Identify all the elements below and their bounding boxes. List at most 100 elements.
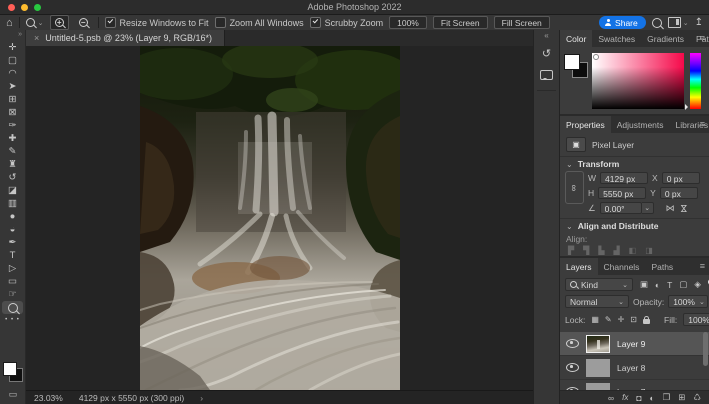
zoom-in-button[interactable]: + — [50, 15, 69, 30]
tab-adjustments[interactable]: Adjustments — [611, 116, 670, 133]
panel-menu-icon[interactable]: ≡ — [700, 33, 705, 43]
lock-paint-icon[interactable]: ✎ — [605, 315, 612, 324]
scrubby-zoom-checkbox[interactable]: Scrubby Zoom — [310, 17, 384, 28]
search-icon[interactable] — [652, 18, 662, 28]
path-selection-tool[interactable]: ▷ — [0, 262, 25, 275]
align-top-icon[interactable]: ▟ — [613, 246, 619, 255]
home-icon[interactable]: ⌂ — [6, 17, 13, 29]
shape-tool[interactable]: ▭ — [0, 275, 25, 288]
zoom-tool[interactable] — [2, 301, 23, 314]
dodge-tool[interactable]: ◒ — [0, 223, 25, 236]
filter-shape-layers-icon[interactable]: ▢ — [679, 279, 687, 290]
color-field[interactable] — [592, 53, 684, 109]
lock-position-icon[interactable]: ✛ — [618, 315, 625, 324]
workspace-switcher[interactable]: ⌄ — [668, 17, 689, 28]
healing-brush-tool[interactable]: ✚ — [0, 132, 25, 145]
align-center-h-icon[interactable]: ▜ — [583, 246, 589, 255]
zoom-all-windows-checkbox[interactable]: Zoom All Windows — [215, 17, 304, 28]
blend-mode-dropdown[interactable]: Normal ⌄ — [565, 295, 629, 308]
add-layer-mask-icon[interactable]: ◘ — [636, 393, 641, 403]
panel-menu-icon[interactable]: ≡ — [700, 119, 705, 129]
flip-horizontal-icon[interactable]: ⋈ — [666, 203, 675, 214]
fill-screen-button[interactable]: Fill Screen — [494, 16, 550, 29]
brush-tool[interactable]: ✎ — [0, 145, 25, 158]
new-adjustment-layer-icon[interactable]: ◐ — [649, 393, 654, 403]
object-selection-tool[interactable]: ➤ — [0, 80, 25, 93]
align-center-v-icon[interactable]: ◧ — [629, 246, 637, 255]
height-field[interactable]: 5550 px — [598, 187, 646, 199]
filter-pixel-layers-icon[interactable]: ▣ — [640, 279, 648, 290]
new-group-icon[interactable]: ❒ — [663, 392, 671, 403]
tab-gradients[interactable]: Gradients — [641, 30, 690, 47]
panel-menu-icon[interactable]: ≡ — [700, 261, 705, 271]
rotation-field[interactable]: 0.00° — [600, 202, 642, 214]
tab-swatches[interactable]: Swatches — [592, 30, 641, 47]
hue-slider[interactable] — [690, 53, 701, 109]
foreground-color-swatch[interactable] — [564, 54, 580, 70]
eyedropper-tool[interactable]: ✑ — [0, 119, 25, 132]
zoom-tool-preset[interactable]: ⌄ — [26, 18, 44, 27]
filter-type-layers-icon[interactable]: T — [667, 280, 672, 290]
rotation-dropdown-icon[interactable]: ⌄ — [642, 202, 654, 214]
blur-tool[interactable]: ● — [0, 210, 25, 223]
visibility-eye-icon[interactable] — [566, 363, 579, 372]
transform-section-header[interactable]: ⌄ Transform — [566, 159, 619, 169]
foreground-background-swatches[interactable] — [3, 362, 23, 382]
layer-thumbnail[interactable] — [586, 359, 610, 377]
crop-tool[interactable]: ⊞ — [0, 93, 25, 106]
history-panel-button[interactable]: ↺ — [534, 42, 559, 64]
tab-paths[interactable]: Paths — [645, 258, 679, 275]
lock-transparency-icon[interactable]: ▦ — [591, 315, 599, 324]
layer-row-9[interactable]: Layer 9 — [560, 332, 709, 356]
layers-scrollbar[interactable] — [703, 332, 708, 366]
new-layer-icon[interactable]: ⊞ — [678, 392, 685, 403]
kind-filter-dropdown[interactable]: Kind ⌄ — [565, 278, 633, 291]
align-left-icon[interactable]: ▛ — [568, 246, 574, 255]
layer-row-8[interactable]: Layer 8 — [560, 356, 709, 380]
zoom-percentage[interactable]: 23.03% — [34, 393, 63, 403]
status-options-icon[interactable]: › — [200, 393, 203, 403]
lock-artboard-icon[interactable]: ⊡ — [630, 315, 637, 324]
screen-mode-icon[interactable]: ▭ — [0, 389, 26, 400]
pen-tool[interactable]: ✒ — [0, 236, 25, 249]
link-layers-icon[interactable]: ∞ — [608, 393, 614, 403]
y-field[interactable]: 0 px — [660, 187, 698, 199]
fit-screen-button[interactable]: Fit Screen — [433, 16, 488, 29]
canvas-area[interactable] — [26, 46, 533, 390]
collapse-dock-icon[interactable]: « — [534, 30, 559, 42]
layer-thumbnail[interactable] — [586, 383, 610, 391]
layer-name[interactable]: Layer 9 — [617, 339, 645, 349]
x-field[interactable]: 0 px — [662, 172, 700, 184]
layer-style-icon[interactable]: fx — [622, 393, 628, 402]
tab-properties[interactable]: Properties — [560, 116, 611, 133]
lock-all-icon[interactable] — [643, 319, 650, 324]
visibility-eye-icon[interactable] — [566, 339, 579, 348]
document-tab[interactable]: × Untitled-5.psb @ 23% (Layer 9, RGB/16*… — [26, 30, 225, 46]
comments-panel-button[interactable] — [534, 64, 559, 86]
foreground-color-swatch[interactable] — [3, 362, 17, 376]
more-tools-icon[interactable]: • • • — [0, 314, 25, 326]
tab-channels[interactable]: Channels — [598, 258, 646, 275]
foreground-background-swatches[interactable] — [564, 54, 588, 78]
move-tool[interactable]: ✛ — [0, 41, 25, 54]
eraser-tool[interactable]: ◪ — [0, 184, 25, 197]
link-dimensions-button[interactable]: ∞ — [565, 171, 584, 204]
layer-name[interactable]: Layer 8 — [617, 363, 645, 373]
toolbar-expand-icon[interactable]: » — [0, 30, 25, 41]
share-button[interactable]: Share — [599, 16, 646, 29]
opacity-dropdown[interactable]: 100% ⌄ — [668, 295, 708, 308]
filter-adjustment-layers-icon[interactable]: ◐ — [655, 280, 660, 290]
tab-layers[interactable]: Layers — [560, 258, 598, 275]
width-field[interactable]: 4129 px — [600, 172, 648, 184]
align-section-header[interactable]: ⌄ Align and Distribute — [566, 221, 658, 231]
filter-smart-objects-icon[interactable]: ◈ — [694, 279, 701, 290]
lasso-tool[interactable]: ◠ — [0, 67, 25, 80]
zoom-level-field[interactable]: 100% — [389, 16, 427, 29]
flip-vertical-icon[interactable]: ⋈ — [678, 204, 689, 213]
export-icon[interactable]: ↥ — [695, 17, 703, 28]
history-brush-tool[interactable]: ↺ — [0, 171, 25, 184]
delete-layer-icon[interactable]: ♺ — [693, 392, 701, 403]
type-tool[interactable]: T — [0, 249, 25, 262]
fill-dropdown[interactable]: 100% ⌄ — [683, 313, 709, 326]
resize-windows-checkbox[interactable]: Resize Windows to Fit — [105, 17, 209, 28]
